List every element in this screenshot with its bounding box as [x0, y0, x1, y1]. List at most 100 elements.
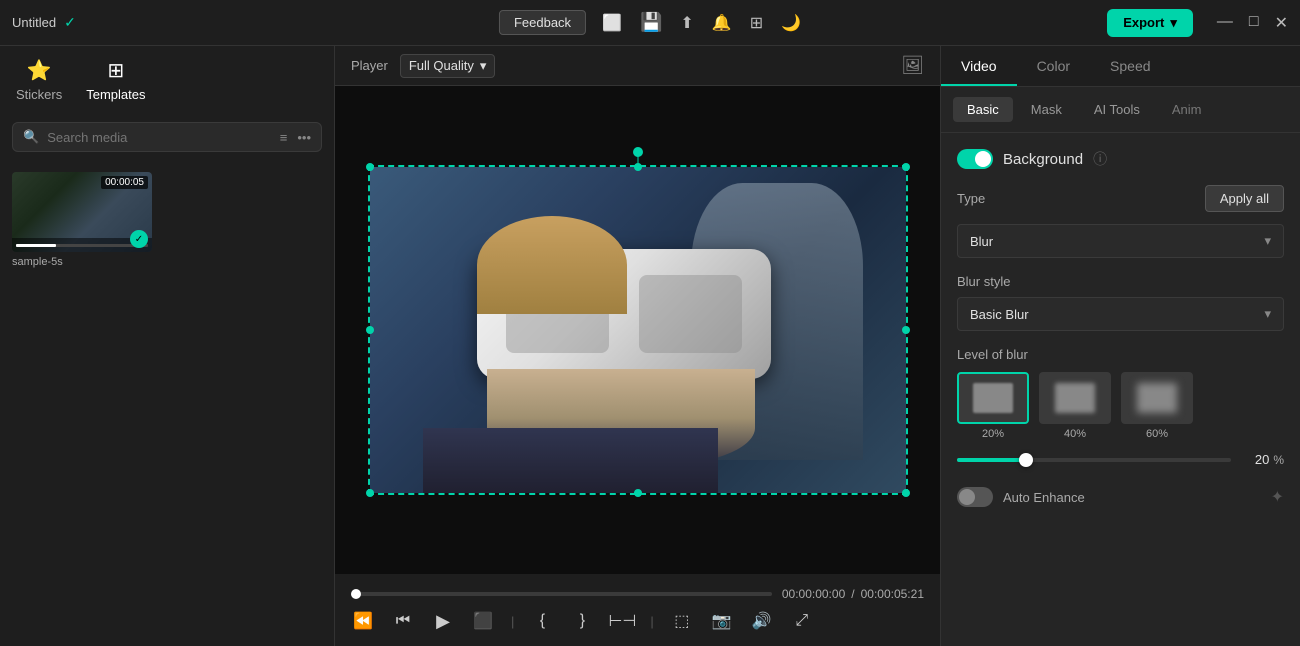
- titlebar-right: Export ▾ — □ ✕: [1107, 9, 1288, 37]
- resize-handle-ml[interactable]: [366, 326, 374, 334]
- main-content: ⭐ Stickers ⊞ Templates 🔍 ≡ ••• 00:00:05: [0, 46, 1300, 646]
- blur-presets: 20% 40% 60%: [957, 372, 1284, 440]
- prev-frame-button[interactable]: ⏮: [391, 609, 415, 633]
- snapshot-button[interactable]: 📷: [710, 609, 734, 633]
- background-info-icon[interactable]: ⓘ: [1093, 149, 1107, 169]
- quality-select[interactable]: Full Quality ▾: [400, 54, 496, 78]
- player-toolbar-right: 🖼: [901, 55, 924, 76]
- background-toggle[interactable]: [957, 149, 993, 169]
- time-separator: /: [851, 587, 854, 601]
- current-time: 00:00:00:00: [782, 587, 845, 601]
- minimize-button[interactable]: —: [1217, 13, 1233, 33]
- upload-icon[interactable]: ⬆: [680, 13, 693, 33]
- blur-preview-inner-40: [1041, 374, 1109, 422]
- timeline-track[interactable]: [351, 592, 772, 596]
- mark-in-button[interactable]: {: [530, 609, 554, 633]
- separator-2: |: [650, 614, 653, 629]
- blur-style-value: Basic Blur: [970, 307, 1029, 322]
- mark-out-button[interactable]: }: [570, 609, 594, 633]
- subtab-anim[interactable]: Anim: [1158, 97, 1216, 122]
- titlebar: Untitled ✓ Feedback ⬜ 💾 ⬆ 🔔 ⊞ 🌙 Export ▾…: [0, 0, 1300, 46]
- auto-enhance-toggle[interactable]: [957, 487, 993, 507]
- moon-icon[interactable]: 🌙: [781, 13, 801, 33]
- blur-preset-thumb-60[interactable]: [1121, 372, 1193, 424]
- auto-enhance-row: Auto Enhance ✦: [957, 487, 1284, 507]
- blur-slider-track[interactable]: [957, 458, 1231, 462]
- media-duration-badge: 00:00:05: [101, 176, 148, 189]
- star-icon: ✦: [1271, 487, 1284, 507]
- search-icon: 🔍: [23, 129, 39, 145]
- resize-handle-bm[interactable]: [634, 489, 642, 497]
- sidebar-search: 🔍 ≡ •••: [12, 122, 322, 152]
- feedback-button[interactable]: Feedback: [499, 10, 586, 35]
- templates-label: Templates: [86, 87, 145, 102]
- resize-handle-br[interactable]: [902, 489, 910, 497]
- subtab-ai-tools[interactable]: AI Tools: [1080, 97, 1154, 122]
- subtab-mask[interactable]: Mask: [1017, 97, 1076, 122]
- more-icon[interactable]: •••: [297, 130, 311, 145]
- trim-button[interactable]: ⊢⊣: [610, 609, 634, 633]
- type-chevron-icon: ▾: [1264, 233, 1271, 249]
- vr-scene: [370, 167, 906, 493]
- media-grid: 00:00:05 ✓ sample-5s: [0, 164, 334, 276]
- blur-visual-60: [1137, 383, 1177, 413]
- blur-slider-value[interactable]: 20: [1241, 452, 1269, 467]
- rewind-button[interactable]: ⏪: [351, 609, 375, 633]
- resize-handle-tr[interactable]: [902, 163, 910, 171]
- quality-value: Full Quality: [409, 58, 474, 73]
- resize-handle-tl[interactable]: [366, 163, 374, 171]
- timeline-playhead[interactable]: [351, 589, 361, 599]
- app-title: Untitled: [12, 15, 56, 30]
- blur-preset-thumb-20[interactable]: [957, 372, 1029, 424]
- resize-handle-mr[interactable]: [902, 326, 910, 334]
- quality-chevron-icon: ▾: [480, 58, 487, 74]
- media-thumbnail: 00:00:05 ✓: [12, 172, 152, 252]
- type-label: Type: [957, 191, 985, 206]
- person-hair: [477, 216, 627, 314]
- subtab-basic[interactable]: Basic: [953, 97, 1013, 122]
- fullscreen-button[interactable]: ⤢: [790, 609, 814, 633]
- list-item[interactable]: 00:00:05 ✓ sample-5s: [12, 172, 152, 268]
- blur-preset-40[interactable]: 40%: [1039, 372, 1111, 440]
- blur-preset-thumb-40[interactable]: [1039, 372, 1111, 424]
- sidebar-tab-templates[interactable]: ⊞ Templates: [86, 58, 145, 110]
- filter-icon[interactable]: ≡: [280, 130, 288, 145]
- blur-preset-label-60: 60%: [1146, 428, 1168, 440]
- grid-icon[interactable]: ⊞: [750, 13, 763, 33]
- image-icon[interactable]: 🖼: [901, 55, 924, 76]
- tab-color[interactable]: Color: [1017, 46, 1090, 86]
- export-button[interactable]: Export ▾: [1107, 9, 1193, 37]
- bell-icon[interactable]: 🔔: [712, 13, 732, 33]
- blur-preset-60[interactable]: 60%: [1121, 372, 1193, 440]
- blur-style-dropdown[interactable]: Basic Blur ▾: [957, 297, 1284, 331]
- play-button[interactable]: ▶: [431, 609, 455, 633]
- resize-handle-bl[interactable]: [366, 489, 374, 497]
- timeline: 00:00:00:00 / 00:00:05:21: [351, 587, 924, 601]
- tab-speed[interactable]: Speed: [1090, 46, 1170, 86]
- rotation-handle[interactable]: [633, 147, 643, 157]
- type-dropdown[interactable]: Blur ▾: [957, 224, 1284, 258]
- type-row: Type Apply all: [957, 185, 1284, 212]
- media-check-icon: ✓: [130, 230, 148, 248]
- blur-visual-20: [973, 383, 1013, 413]
- time-display: 00:00:00:00 / 00:00:05:21: [782, 587, 924, 601]
- search-input[interactable]: [47, 130, 272, 145]
- sidebar: ⭐ Stickers ⊞ Templates 🔍 ≡ ••• 00:00:05: [0, 46, 335, 646]
- close-button[interactable]: ✕: [1275, 13, 1288, 33]
- apply-all-button[interactable]: Apply all: [1205, 185, 1284, 212]
- tab-video[interactable]: Video: [941, 46, 1017, 86]
- maximize-button[interactable]: □: [1249, 13, 1259, 33]
- blur-preset-20[interactable]: 20%: [957, 372, 1029, 440]
- save-icon[interactable]: 💾: [640, 12, 662, 33]
- sidebar-tab-stickers[interactable]: ⭐ Stickers: [16, 58, 62, 110]
- resize-handle-tm[interactable]: [634, 163, 642, 171]
- audio-button[interactable]: 🔊: [750, 609, 774, 633]
- stop-button[interactable]: ⬛: [471, 609, 495, 633]
- panel-subtabs: Basic Mask AI Tools Anim: [941, 87, 1300, 133]
- monitor-icon[interactable]: ⬜: [602, 13, 622, 33]
- blur-slider-row: 20 %: [957, 452, 1284, 467]
- background-title: Background: [1003, 151, 1083, 168]
- video-frame[interactable]: [368, 165, 908, 495]
- fit-button[interactable]: ⬚: [670, 609, 694, 633]
- blur-slider-thumb[interactable]: [1019, 453, 1033, 467]
